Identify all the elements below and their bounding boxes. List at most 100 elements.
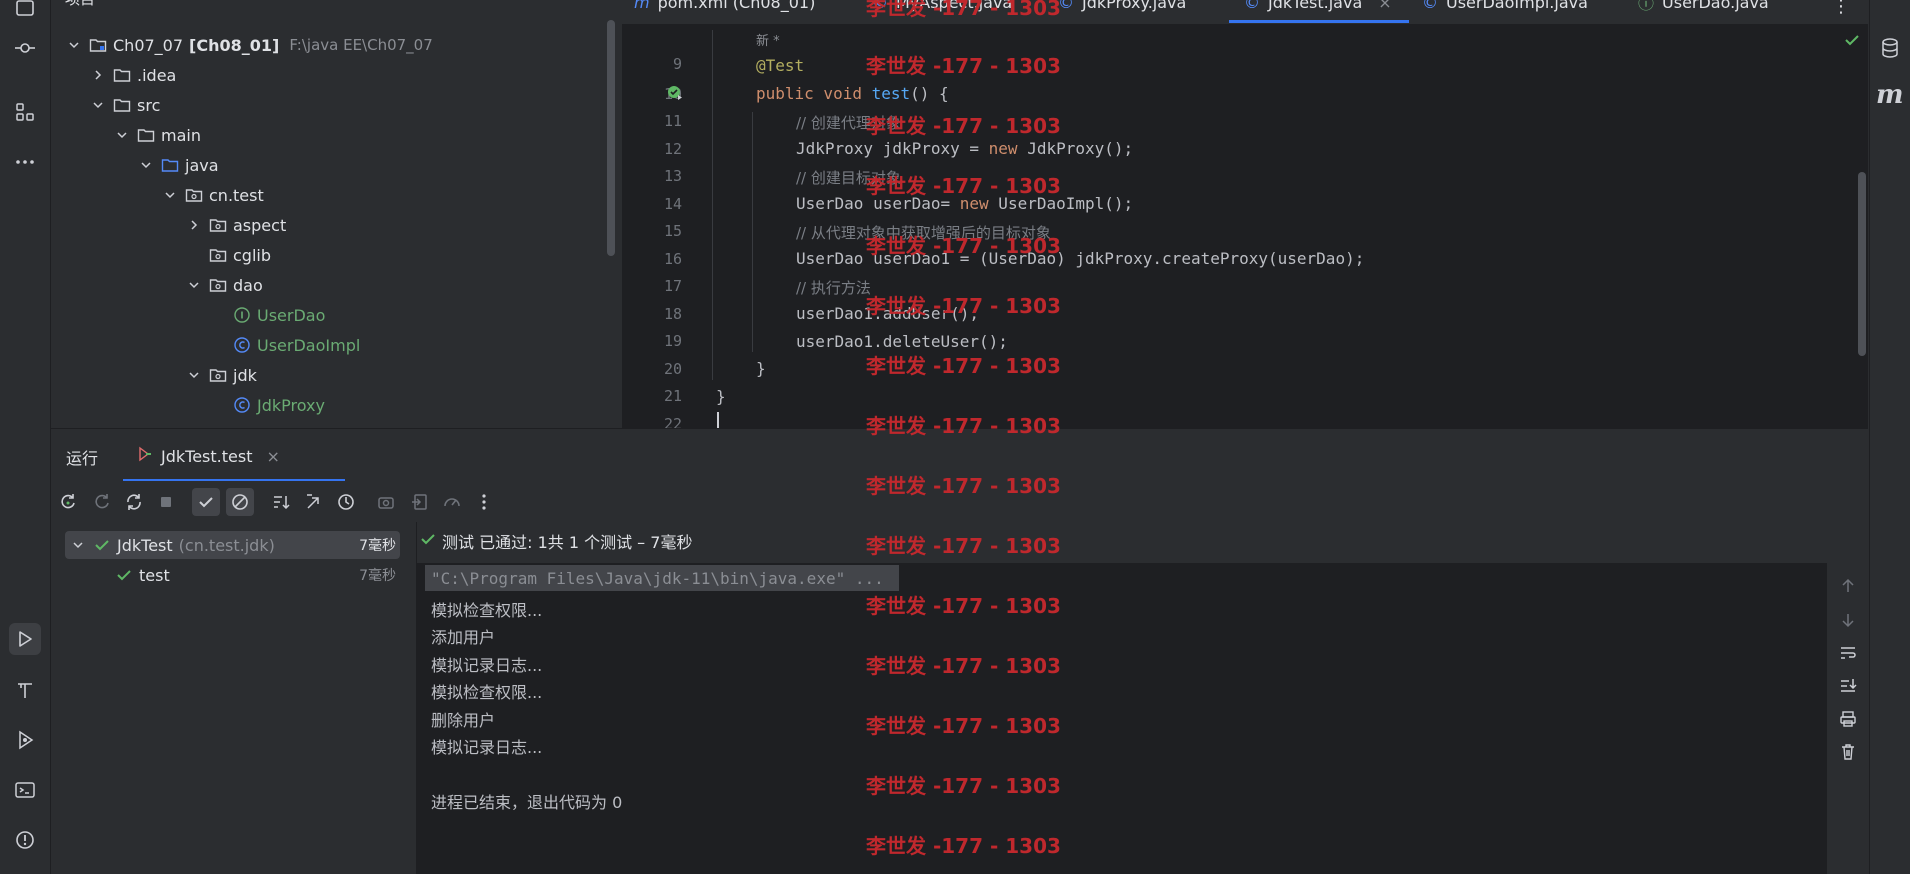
tree-item-label: jdk xyxy=(233,365,257,385)
watermark-text: 李世发 -177 - 1303 xyxy=(866,414,1061,438)
toggle-auto-test-icon[interactable] xyxy=(122,490,146,514)
editor-scrollbar[interactable] xyxy=(1858,172,1866,356)
tab-userdaoimpl[interactable]: © UserDaoImpl.java xyxy=(1422,0,1588,14)
chevron-down-icon[interactable] xyxy=(91,98,105,112)
chevron-down-icon[interactable] xyxy=(71,538,85,552)
chevron-right-icon[interactable] xyxy=(187,218,201,232)
project-icon[interactable] xyxy=(9,0,41,24)
arrow-up-icon[interactable] xyxy=(1838,576,1858,596)
notifications-icon[interactable] xyxy=(1878,0,1902,12)
scroll-to-end-icon[interactable] xyxy=(1838,676,1858,696)
test-case-row[interactable]: test 7毫秒 xyxy=(115,561,396,589)
tab-more-icon[interactable]: ⋮ xyxy=(1832,0,1850,18)
run-tool-icon[interactable] xyxy=(9,623,41,655)
screenshot-icon[interactable] xyxy=(374,490,398,514)
code-token: JdkProxy jdkProxy = xyxy=(796,139,989,158)
chevron-down-icon[interactable] xyxy=(67,38,81,52)
folder-icon xyxy=(113,96,131,114)
console-line: 添加用户 xyxy=(431,628,496,647)
tree-item-aspect[interactable]: aspect xyxy=(187,211,286,239)
services-icon[interactable] xyxy=(9,724,41,756)
tree-item-label: src xyxy=(137,95,161,115)
watermark-text: 李世发 -177 - 1303 xyxy=(866,354,1061,378)
trash-icon[interactable] xyxy=(1838,742,1858,762)
stop-icon[interactable] xyxy=(154,490,178,514)
package-icon xyxy=(185,186,203,204)
build-icon[interactable] xyxy=(9,674,41,706)
database-icon[interactable] xyxy=(1878,36,1902,60)
tree-item-userdao[interactable]: UserDao xyxy=(233,301,325,329)
more-tools-icon[interactable] xyxy=(9,146,41,178)
code-line-10: public void test() { xyxy=(756,84,949,103)
rerun-failed-icon[interactable] xyxy=(90,490,114,514)
project-panel-title[interactable]: 项目 xyxy=(65,0,95,9)
test-passed-icon xyxy=(115,566,133,584)
tab-jdktest[interactable]: © JdkTest.java × xyxy=(1244,0,1392,14)
line-number: 18 xyxy=(663,305,682,323)
tree-item-java[interactable]: java xyxy=(139,151,219,179)
module-path-label: F:\java EE\Ch07_07 xyxy=(289,36,433,54)
arrow-down-icon[interactable] xyxy=(1838,610,1858,630)
soft-wrap-icon[interactable] xyxy=(1838,643,1858,663)
tree-item-cglib[interactable]: cglib xyxy=(209,241,271,269)
print-icon[interactable] xyxy=(1838,709,1858,729)
terminal-icon[interactable] xyxy=(9,774,41,806)
chevron-down-icon[interactable] xyxy=(187,368,201,382)
code-line-9: @Test xyxy=(756,56,805,75)
package-icon xyxy=(209,276,227,294)
watermark-text: 李世发 -177 - 1303 xyxy=(866,834,1061,858)
tree-item-userdaoimpl[interactable]: UserDaoImpl xyxy=(233,331,360,359)
project-scrollbar[interactable] xyxy=(607,20,615,256)
test-status-text: 测试 已通过: 1共 1 个测试 – 7毫秒 xyxy=(442,533,693,552)
tab-pom-xml[interactable]: m pom.xml (Ch08_01) xyxy=(634,0,815,14)
run-tab-jdktest[interactable]: JdkTest.test × xyxy=(137,444,280,468)
console-line: 模拟检查权限... xyxy=(431,601,543,620)
close-icon[interactable]: × xyxy=(1378,0,1391,12)
editor-tab-bar: m pom.xml (Ch08_01) © MyAspect.java © Jd… xyxy=(622,0,1868,25)
rerun-icon[interactable] xyxy=(56,490,80,514)
code-line-19: userDao1.deleteUser(); xyxy=(796,332,1008,351)
chevron-down-icon[interactable] xyxy=(115,128,129,142)
test-suite-row[interactable]: JdkTest (cn.test.jdk) 7毫秒 xyxy=(71,531,396,559)
tab-userdao[interactable]: ⓘ UserDao.java xyxy=(1638,0,1769,14)
tree-item-cn-test[interactable]: cn.test xyxy=(163,181,264,209)
problems-icon[interactable] xyxy=(9,824,41,856)
watermark-text: 李世发 -177 - 1303 xyxy=(866,234,1061,258)
tree-item-jdkproxy[interactable]: JdkProxy xyxy=(233,391,325,419)
line-number: 21 xyxy=(663,387,682,405)
tree-item-dao[interactable]: dao xyxy=(187,271,263,299)
sort-icon[interactable] xyxy=(269,490,293,514)
tab-label: UserDaoImpl.java xyxy=(1446,0,1588,12)
show-passed-toggle-icon[interactable] xyxy=(192,488,220,516)
inspection-ok-icon[interactable] xyxy=(1844,32,1860,48)
left-tool-strip xyxy=(0,0,51,874)
close-icon[interactable]: × xyxy=(266,447,279,466)
test-history-icon[interactable] xyxy=(334,490,358,514)
chevron-right-icon[interactable] xyxy=(91,68,105,82)
import-tests-icon[interactable] xyxy=(408,490,432,514)
chevron-down-icon[interactable] xyxy=(187,278,201,292)
structure-icon[interactable] xyxy=(9,96,41,128)
tree-item-idea[interactable]: .idea xyxy=(91,61,176,89)
chevron-down-icon[interactable] xyxy=(163,188,177,202)
maven-icon[interactable]: m xyxy=(1876,80,1904,110)
tab-jdkproxy[interactable]: © JdkProxy.java xyxy=(1058,0,1186,14)
coverage-icon[interactable] xyxy=(440,490,464,514)
tree-item-src[interactable]: src xyxy=(91,91,160,119)
code-line-21: } xyxy=(716,387,726,406)
collapse-all-icon[interactable] xyxy=(302,490,326,514)
tree-item-project-root[interactable]: Ch07_07 [Ch08_01] F:\java EE\Ch07_07 xyxy=(67,31,433,59)
code-editor[interactable]: 9 10 11 12 13 14 15 16 17 18 19 20 21 22… xyxy=(622,0,1868,428)
commit-icon[interactable] xyxy=(9,32,41,64)
tree-item-main[interactable]: main xyxy=(115,121,201,149)
more-options-icon[interactable] xyxy=(472,490,496,514)
line-number: 20 xyxy=(663,360,682,378)
tree-item-jdk[interactable]: jdk xyxy=(187,361,257,389)
tree-item-label: .idea xyxy=(137,65,177,85)
console-output[interactable]: "C:\Program Files\Java\jdk-11\bin\java.e… xyxy=(417,563,1827,874)
chevron-down-icon[interactable] xyxy=(139,158,153,172)
test-case-name: test xyxy=(139,565,170,585)
code-token-method: test xyxy=(871,84,911,103)
show-ignored-toggle-icon[interactable] xyxy=(226,488,254,516)
run-test-gutter-icon[interactable] xyxy=(667,85,683,101)
